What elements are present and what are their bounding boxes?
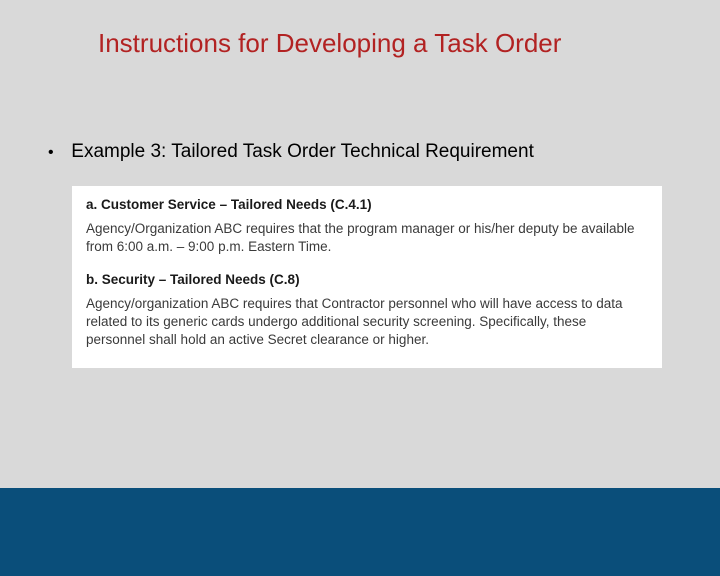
- page-title: Instructions for Developing a Task Order: [98, 28, 561, 59]
- footer-band: [0, 488, 720, 576]
- bullet-text: Example 3: Tailored Task Order Technical…: [71, 141, 534, 162]
- section-a-heading: a. Customer Service – Tailored Needs (C.…: [86, 196, 648, 214]
- section-a-body: Agency/Organization ABC requires that th…: [86, 220, 648, 256]
- bullet-marker: •: [48, 144, 66, 162]
- section-b-body: Agency/organization ABC requires that Co…: [86, 295, 648, 350]
- inset-content: a. Customer Service – Tailored Needs (C.…: [72, 186, 662, 368]
- slide: Instructions for Developing a Task Order…: [0, 0, 720, 576]
- section-b-heading: b. Security – Tailored Needs (C.8): [86, 271, 648, 289]
- bullet-item: • Example 3: Tailored Task Order Technic…: [48, 141, 534, 163]
